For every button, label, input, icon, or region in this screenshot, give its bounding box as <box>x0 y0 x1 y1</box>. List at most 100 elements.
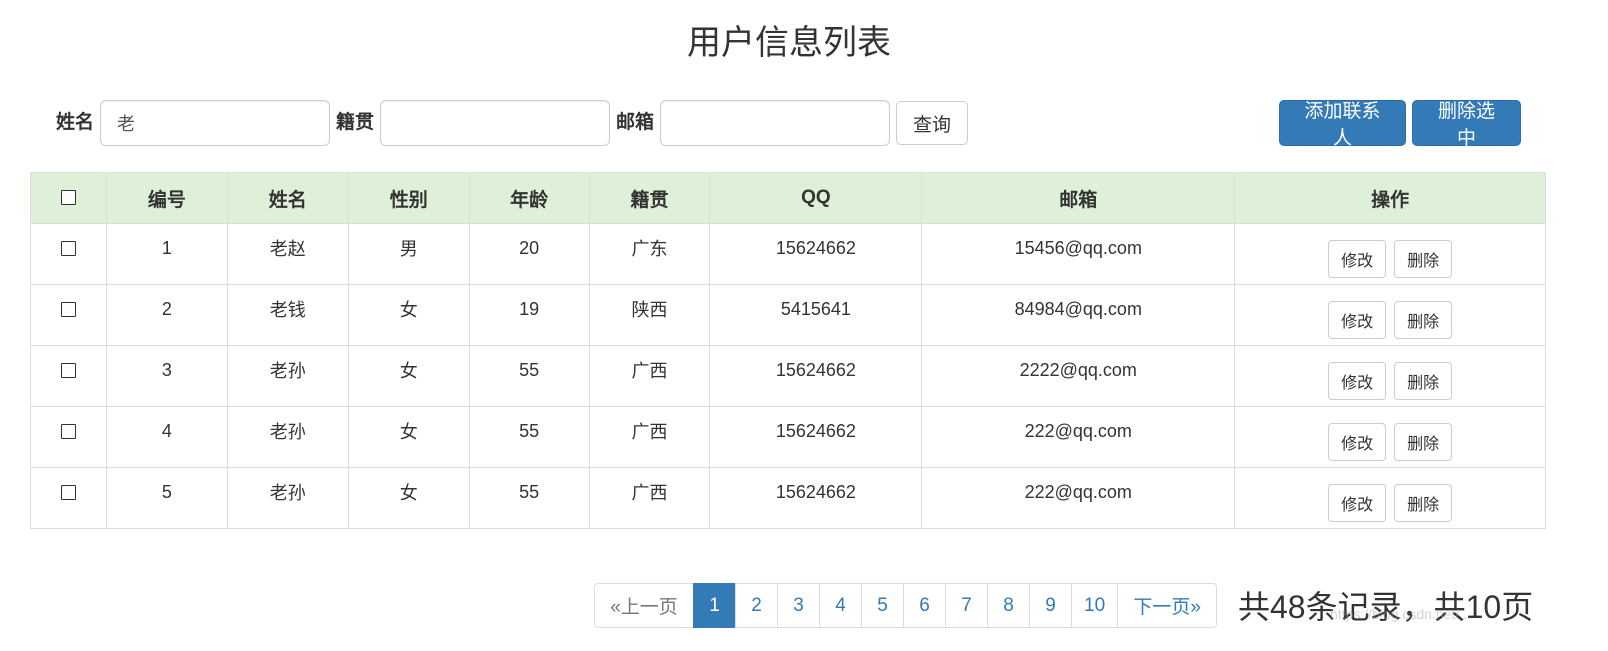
email-cell: 222@qq.com <box>921 406 1236 468</box>
name-cell: 老钱 <box>226 284 349 346</box>
edit-button[interactable]: 修改 <box>1328 362 1387 400</box>
search-form: 姓名 籍贯 邮箱 查询 <box>56 100 969 146</box>
email-value: 222@qq.com <box>1024 420 1132 441</box>
origin-cell: 广西 <box>588 406 711 468</box>
edit-button[interactable]: 修改 <box>1328 484 1387 522</box>
delete-button[interactable]: 删除 <box>1394 362 1453 400</box>
page-link-7[interactable]: 7 <box>945 583 988 628</box>
row-checkbox[interactable] <box>60 363 76 379</box>
page-link-5[interactable]: 5 <box>861 583 904 628</box>
delete-button[interactable]: 删除 <box>1394 484 1453 522</box>
age-value: 19 <box>519 298 540 319</box>
id-value: 5 <box>161 481 172 502</box>
gender-cell: 男 <box>347 223 470 285</box>
origin-cell: 广西 <box>588 467 711 529</box>
table-row: 4 老孙 女 55 广西 15624662 222@qq.com 修改 删除 <box>30 406 1546 468</box>
delete-button[interactable]: 删除 <box>1394 301 1453 339</box>
row-checkbox[interactable] <box>60 485 76 501</box>
email-cell: 84984@qq.com <box>921 284 1236 346</box>
origin-label: 籍贯 <box>336 112 375 133</box>
table-header-row: 编号 姓名 性别 年龄 籍贯 QQ 邮箱 操作 <box>30 172 1546 224</box>
qq-cell: 15624662 <box>709 345 923 407</box>
qq-value: 15624662 <box>775 481 856 502</box>
name-cell: 老孙 <box>226 345 349 407</box>
origin-cell: 广西 <box>588 345 711 407</box>
id-value: 2 <box>161 298 172 319</box>
row-select-cell <box>30 406 107 468</box>
name-label: 姓名 <box>56 112 95 133</box>
header-email: 邮箱 <box>921 172 1236 224</box>
select-all-checkbox[interactable] <box>60 190 76 206</box>
id-value: 4 <box>161 420 172 441</box>
gender-cell: 女 <box>347 406 470 468</box>
add-contact-button[interactable]: 添加联系人 <box>1279 100 1406 149</box>
origin-cell: 广东 <box>588 223 711 285</box>
gender-value: 女 <box>399 361 418 381</box>
next-page-link[interactable]: 下一页» <box>1117 583 1218 628</box>
gender-value: 女 <box>399 422 418 442</box>
row-select-cell <box>30 284 107 346</box>
page-link-10[interactable]: 10 <box>1071 583 1119 628</box>
page-link-2[interactable]: 2 <box>735 583 778 628</box>
origin-value: 陕西 <box>631 300 668 320</box>
table-row: 1 老赵 男 20 广东 15624662 15456@qq.com 修改 删除 <box>30 223 1546 285</box>
page-link-1[interactable]: 1 <box>693 583 736 628</box>
email-input[interactable] <box>660 100 891 146</box>
gender-value: 女 <box>399 300 418 320</box>
qq-value: 15624662 <box>775 359 856 380</box>
header-qq: QQ <box>709 172 923 224</box>
delete-selected-button[interactable]: 删除选中 <box>1412 100 1521 149</box>
email-cell: 2222@qq.com <box>921 345 1236 407</box>
delete-button[interactable]: 删除 <box>1394 423 1453 461</box>
email-value: 222@qq.com <box>1024 481 1132 502</box>
email-value: 84984@qq.com <box>1014 298 1142 319</box>
edit-button[interactable]: 修改 <box>1328 301 1387 339</box>
header-select-all <box>30 172 107 224</box>
row-checkbox[interactable] <box>60 241 76 257</box>
origin-value: 广西 <box>631 422 668 442</box>
origin-value: 广西 <box>631 361 668 381</box>
gender-cell: 女 <box>347 345 470 407</box>
origin-value: 广东 <box>631 239 668 259</box>
prev-page-link[interactable]: «上一页 <box>594 583 694 628</box>
table-row: 2 老钱 女 19 陕西 5415641 84984@qq.com 修改 删除 <box>30 284 1546 346</box>
edit-button[interactable]: 修改 <box>1328 240 1387 278</box>
delete-button[interactable]: 删除 <box>1394 240 1453 278</box>
email-value: 2222@qq.com <box>1019 359 1137 380</box>
action-buttons: 添加联系人 删除选中 <box>1279 100 1521 149</box>
page-link-6[interactable]: 6 <box>903 583 946 628</box>
id-cell: 2 <box>105 284 228 346</box>
email-value: 15456@qq.com <box>1014 237 1142 258</box>
page-link-8[interactable]: 8 <box>987 583 1030 628</box>
header-ops: 操作 <box>1234 172 1546 224</box>
id-value: 3 <box>161 359 172 380</box>
name-cell: 老孙 <box>226 406 349 468</box>
age-cell: 55 <box>468 345 590 407</box>
header-id: 编号 <box>105 172 228 224</box>
qq-value: 5415641 <box>780 298 851 319</box>
ops-cell: 修改 删除 <box>1234 223 1546 285</box>
edit-button[interactable]: 修改 <box>1328 423 1387 461</box>
query-button[interactable]: 查询 <box>896 101 969 145</box>
row-checkbox[interactable] <box>60 424 76 440</box>
email-cell: 15456@qq.com <box>921 223 1236 285</box>
qq-cell: 15624662 <box>709 223 923 285</box>
gender-cell: 女 <box>347 284 470 346</box>
origin-input[interactable] <box>380 100 611 146</box>
row-select-cell <box>30 467 107 529</box>
age-value: 55 <box>519 420 540 441</box>
page-link-4[interactable]: 4 <box>819 583 862 628</box>
ops-cell: 修改 删除 <box>1234 284 1546 346</box>
age-value: 20 <box>519 237 540 258</box>
row-select-cell <box>30 223 107 285</box>
page-link-9[interactable]: 9 <box>1029 583 1072 628</box>
header-origin: 籍贯 <box>588 172 711 224</box>
row-checkbox[interactable] <box>60 302 76 318</box>
qq-cell: 15624662 <box>709 406 923 468</box>
pagination: «上一页 1 2 3 4 5 6 7 8 9 10 下一页» <box>594 583 1218 628</box>
qq-cell: 5415641 <box>709 284 923 346</box>
page-link-3[interactable]: 3 <box>777 583 820 628</box>
origin-cell: 陕西 <box>588 284 711 346</box>
id-cell: 5 <box>105 467 228 529</box>
name-input[interactable] <box>100 100 331 146</box>
